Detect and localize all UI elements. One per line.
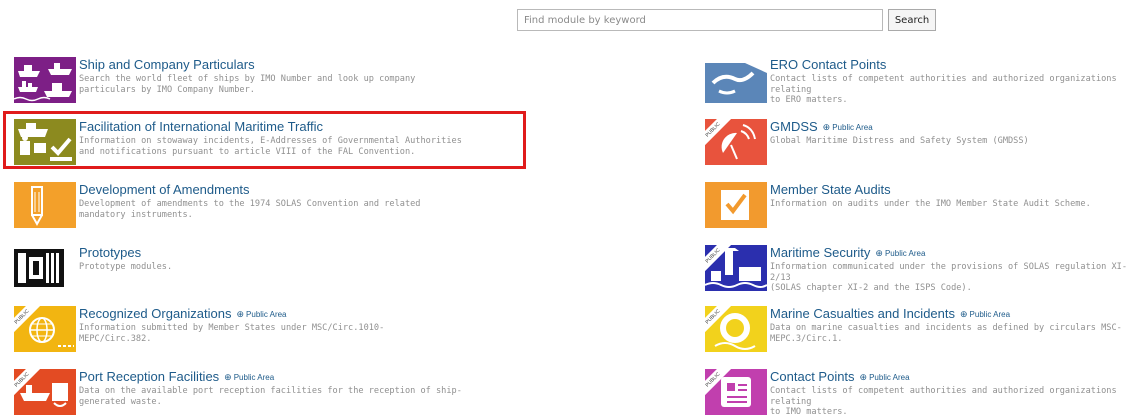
- module-title[interactable]: Prototypes: [79, 245, 141, 261]
- public-area-icon: ⊕: [224, 371, 232, 382]
- module-description: Development of amendments to the 1974 SO…: [79, 199, 421, 220]
- public-area-icon: ⊕: [236, 308, 245, 319]
- public-area-icon: ⊕: [859, 371, 868, 382]
- module-prototypes: Prototypes Prototype modules.: [14, 245, 172, 291]
- contact-card-icon[interactable]: PUBLIC: [705, 369, 767, 415]
- module-title[interactable]: Recognized Organizations: [79, 306, 231, 322]
- module-description: Search the world fleet of ships by IMO N…: [79, 74, 416, 95]
- public-area-badge[interactable]: ⊕ Public Area: [224, 372, 274, 383]
- public-area-badge[interactable]: ⊕ Public Area: [823, 122, 873, 133]
- public-area-badge[interactable]: ⊕ Public Area: [960, 309, 1010, 320]
- module-ero-contact-points: ERO Contact Points Contact lists of comp…: [705, 57, 1138, 106]
- public-area-badge[interactable]: ⊕ Public Area: [860, 372, 910, 383]
- pencil-icon[interactable]: [14, 182, 76, 228]
- port-security-icon[interactable]: PUBLIC: [705, 245, 767, 291]
- public-area-badge[interactable]: ⊕ Public Area: [875, 248, 925, 259]
- module-title[interactable]: Maritime Security: [770, 245, 870, 261]
- globe-icon[interactable]: PUBLIC: [14, 306, 76, 352]
- module-title[interactable]: Marine Casualties and Incidents: [770, 306, 955, 322]
- satellite-dish-icon[interactable]: PUBLIC: [705, 119, 767, 165]
- module-title[interactable]: Development of Amendments: [79, 182, 250, 198]
- public-area-badge[interactable]: ⊕ Public Area: [236, 309, 286, 320]
- prototype-icon[interactable]: [14, 245, 76, 291]
- module-gmdss: PUBLIC GMDSS ⊕ Public Area Global Maritim…: [705, 119, 1029, 165]
- module-contact-points: PUBLIC Contact Points ⊕ Public Area Conta…: [705, 369, 1138, 418]
- module-marine-casualties-incidents: PUBLIC Marine Casualties and Incidents ⊕…: [705, 306, 1122, 352]
- handshake-icon[interactable]: [705, 57, 767, 103]
- module-title[interactable]: Port Reception Facilities: [79, 369, 219, 385]
- module-port-reception-facilities: PUBLIC Port Reception Facilities ⊕ Public…: [14, 369, 462, 415]
- module-description: Contact lists of competent authorities a…: [770, 74, 1117, 105]
- checklist-icon[interactable]: [705, 182, 767, 228]
- module-title[interactable]: ERO Contact Points: [770, 57, 886, 73]
- module-description: Data on marine casualties and incidents …: [770, 323, 1122, 344]
- port-facility-icon[interactable]: PUBLIC: [14, 369, 76, 415]
- module-ship-company-particulars: Ship and Company Particulars Search the …: [14, 57, 415, 103]
- module-description: Prototype modules.: [79, 262, 173, 272]
- search-input[interactable]: [517, 9, 883, 31]
- module-member-state-audits: Member State Audits Information on audit…: [705, 182, 1091, 228]
- search-bar: Search: [517, 9, 936, 31]
- module-recognized-organizations: PUBLIC Recognized Organizations ⊕ Public …: [14, 306, 384, 352]
- public-area-icon: ⊕: [960, 308, 968, 319]
- module-description: Information communicated under the provi…: [770, 262, 1127, 293]
- selection-highlight: [3, 111, 526, 169]
- module-description: Information on audits under the IMO Memb…: [770, 199, 1091, 209]
- module-description: Information submitted by Member States u…: [79, 323, 385, 344]
- public-area-icon: ⊕: [822, 121, 831, 132]
- search-button[interactable]: Search: [888, 9, 936, 31]
- module-description: Data on the available port reception fac…: [79, 386, 462, 407]
- ship-fleet-icon[interactable]: [14, 57, 76, 103]
- lifebuoy-icon[interactable]: PUBLIC: [705, 306, 767, 352]
- module-title[interactable]: GMDSS: [770, 119, 818, 135]
- module-description: Global Maritime Distress and Safety Syst…: [770, 136, 1029, 146]
- module-maritime-security: PUBLIC Maritime Security ⊕ Public Area In…: [705, 245, 1138, 294]
- public-area-icon: ⊕: [875, 247, 883, 258]
- module-title[interactable]: Member State Audits: [770, 182, 891, 198]
- module-title[interactable]: Contact Points: [770, 369, 855, 385]
- module-development-of-amendments: Development of Amendments Development of…: [14, 182, 420, 228]
- module-title[interactable]: Ship and Company Particulars: [79, 57, 255, 73]
- module-description: Contact lists of competent authorities a…: [770, 386, 1117, 417]
